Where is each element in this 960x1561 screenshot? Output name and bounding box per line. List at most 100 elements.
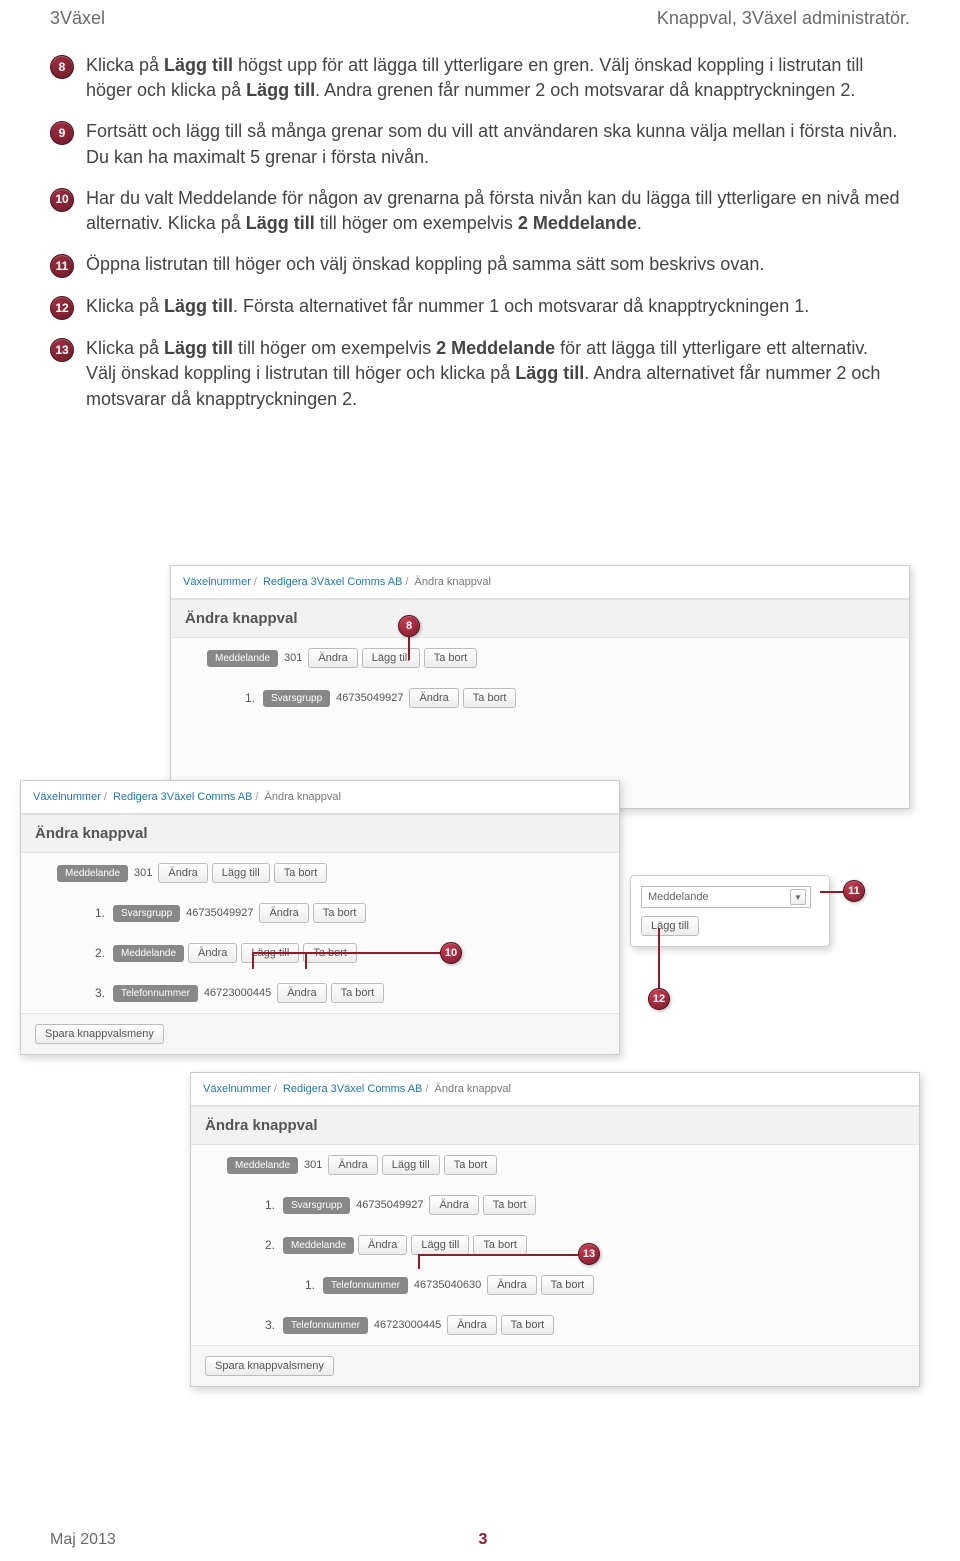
tag-telefonnummer: Telefonnummer: [113, 985, 198, 1002]
laggtill-button[interactable]: Lägg till: [411, 1235, 469, 1255]
step-12: 12 Klicka på Lägg till. Första alternati…: [50, 294, 900, 320]
callout-lead: [408, 636, 410, 660]
tag-meddelande: Meddelande: [113, 945, 184, 962]
tabort-button[interactable]: Ta bort: [501, 1315, 555, 1335]
tag-svarsgrupp: Svarsgrupp: [263, 690, 330, 707]
tag-meddelande: Meddelande: [227, 1157, 298, 1174]
panel-title: Ändra knappval: [191, 1106, 919, 1145]
callout-lead: [305, 952, 307, 969]
crumb-link[interactable]: Växelnummer: [203, 1083, 271, 1095]
tabort-button[interactable]: Ta bort: [424, 648, 478, 668]
step-text: Öppna listrutan till höger och välj önsk…: [86, 252, 900, 277]
header-left: 3Växel: [50, 8, 105, 29]
callout-lead: [305, 952, 440, 954]
row-number: 3.: [91, 986, 105, 1000]
andra-button[interactable]: Ändra: [409, 688, 458, 708]
tag-meddelande: Meddelande: [57, 865, 128, 882]
callout-lead: [252, 952, 254, 969]
andra-button[interactable]: Ändra: [188, 943, 237, 963]
laggtill-button[interactable]: Lägg till: [212, 863, 270, 883]
crumb-link[interactable]: Redigera 3Växel Comms AB: [113, 791, 252, 803]
step-number: 10: [50, 188, 74, 212]
andra-button[interactable]: Ändra: [358, 1235, 407, 1255]
step-number: 12: [50, 296, 74, 320]
callout-11: 11: [843, 880, 865, 902]
tag-meddelande: Meddelande: [283, 1237, 354, 1254]
callout-lead: [658, 928, 660, 990]
tabort-button[interactable]: Ta bort: [444, 1155, 498, 1175]
andra-button[interactable]: Ändra: [447, 1315, 496, 1335]
callout-lead: [418, 1254, 420, 1269]
crumb-current: Ändra knappval: [435, 1083, 511, 1095]
callout-lead: [820, 891, 845, 893]
callout-lead: [418, 1254, 578, 1256]
callout-10: 10: [440, 942, 462, 964]
crumb-link[interactable]: Redigera 3Växel Comms AB: [283, 1083, 422, 1095]
andra-button[interactable]: Ändra: [429, 1195, 478, 1215]
step-11: 11 Öppna listrutan till höger och välj ö…: [50, 252, 900, 278]
andra-button[interactable]: Ändra: [259, 903, 308, 923]
crumb-link[interactable]: Växelnummer: [183, 576, 251, 588]
tabort-button[interactable]: Ta bort: [483, 1195, 537, 1215]
page-footer: Maj 2013 3: [50, 1531, 910, 1549]
step-13: 13 Klicka på Lägg till till höger om exe…: [50, 336, 900, 412]
value: 46723000445: [202, 987, 273, 999]
value: 301: [132, 867, 154, 879]
value: 301: [282, 652, 304, 664]
spara-button[interactable]: Spara knappvalsmeny: [35, 1024, 164, 1044]
tag-meddelande: Meddelande: [207, 650, 278, 667]
andra-button[interactable]: Ändra: [158, 863, 207, 883]
step-10: 10 Har du valt Meddelande för någon av g…: [50, 186, 900, 236]
value: 46735049927: [354, 1199, 425, 1211]
row-number: 2.: [261, 1238, 275, 1252]
panel-c: Växelnummer/ Redigera 3Växel Comms AB/ Ä…: [190, 1072, 920, 1387]
panel-a: Växelnummer/ Redigera 3Växel Comms AB/ Ä…: [170, 565, 910, 809]
spara-button[interactable]: Spara knappvalsmeny: [205, 1356, 334, 1376]
row-number: 2.: [91, 946, 105, 960]
step-text: Fortsätt och lägg till så många grenar s…: [86, 119, 900, 169]
callout-lead: [252, 952, 306, 954]
row-number: 1.: [301, 1278, 315, 1292]
tag-telefonnummer: Telefonnummer: [283, 1317, 368, 1334]
tabort-button[interactable]: Ta bort: [331, 983, 385, 1003]
row-number: 3.: [261, 1318, 275, 1332]
tabort-button[interactable]: Ta bort: [313, 903, 367, 923]
value: 46735049927: [334, 692, 405, 704]
andra-button[interactable]: Ändra: [487, 1275, 536, 1295]
step-number: 13: [50, 338, 74, 362]
step-number: 11: [50, 254, 74, 278]
laggtill-button[interactable]: Lägg till: [641, 916, 699, 936]
breadcrumb: Växelnummer/ Redigera 3Växel Comms AB/ Ä…: [33, 791, 607, 813]
tabort-button[interactable]: Ta bort: [541, 1275, 595, 1295]
andra-button[interactable]: Ändra: [277, 983, 326, 1003]
crumb-link[interactable]: Växelnummer: [33, 791, 101, 803]
koppling-dropdown[interactable]: Meddelande ▼: [641, 886, 811, 908]
tabort-button[interactable]: Ta bort: [473, 1235, 527, 1255]
tabort-button[interactable]: Ta bort: [274, 863, 328, 883]
page-number: 3: [478, 1531, 487, 1549]
andra-button[interactable]: Ändra: [308, 648, 357, 668]
step-number: 9: [50, 121, 74, 145]
chevron-down-icon: ▼: [790, 889, 806, 905]
panel-title: Ändra knappval: [21, 814, 619, 853]
footer-date: Maj 2013: [50, 1531, 116, 1549]
callout-13: 13: [578, 1243, 600, 1265]
page-header: 3Växel Knappval, 3Växel administratör.: [0, 0, 960, 33]
panel-title: Ändra knappval: [171, 599, 909, 638]
tag-telefonnummer: Telefonnummer: [323, 1277, 408, 1294]
instructions: 8 Klicka på Lägg till högst upp för att …: [0, 33, 960, 412]
crumb-link[interactable]: Redigera 3Växel Comms AB: [263, 576, 402, 588]
row-number: 1.: [261, 1198, 275, 1212]
tag-svarsgrupp: Svarsgrupp: [113, 905, 180, 922]
dropdown-popover: Meddelande ▼ Lägg till: [630, 875, 830, 947]
step-text: Klicka på Lägg till högst upp för att lä…: [86, 53, 900, 103]
laggtill-button[interactable]: Lägg till: [382, 1155, 440, 1175]
andra-button[interactable]: Ändra: [328, 1155, 377, 1175]
breadcrumb: Växelnummer/ Redigera 3Växel Comms AB/ Ä…: [203, 1083, 907, 1105]
tabort-button[interactable]: Ta bort: [463, 688, 517, 708]
crumb-current: Ändra knappval: [415, 576, 491, 588]
value: 46723000445: [372, 1319, 443, 1331]
tag-svarsgrupp: Svarsgrupp: [283, 1197, 350, 1214]
laggtill-button[interactable]: Lägg till: [362, 648, 420, 668]
step-text: Har du valt Meddelande för någon av gren…: [86, 186, 900, 236]
